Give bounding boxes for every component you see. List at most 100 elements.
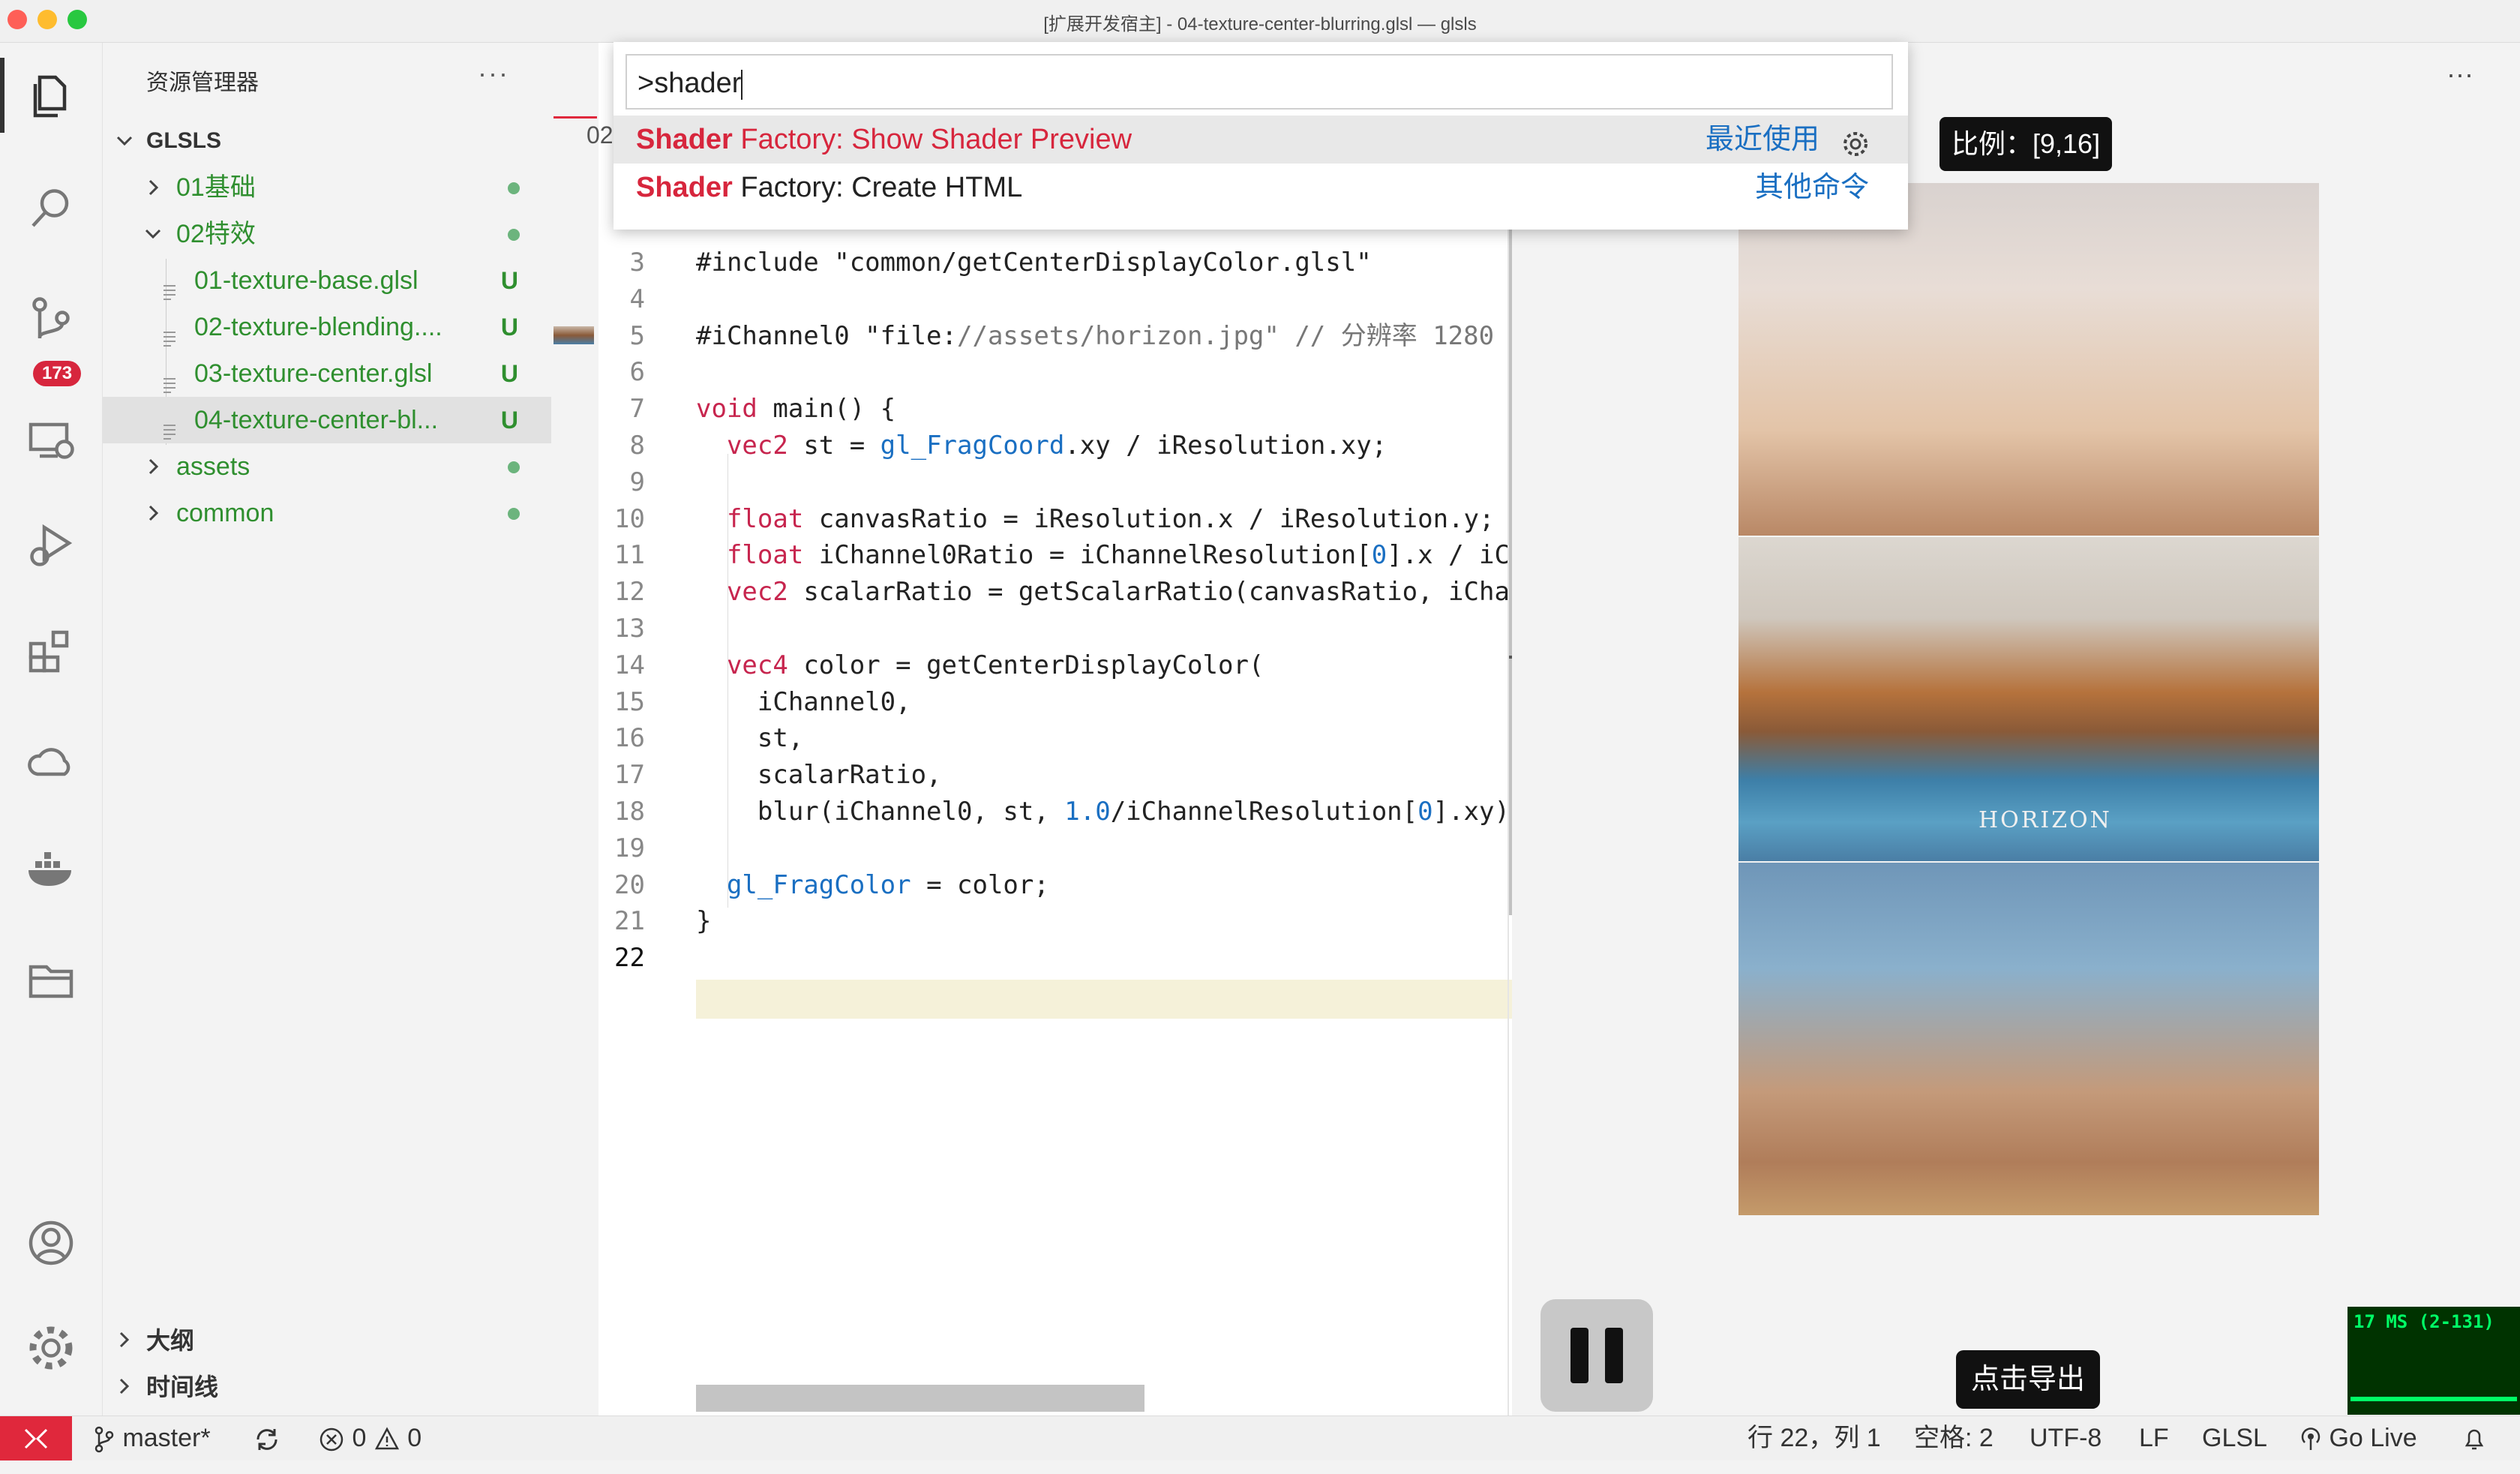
account-icon[interactable] xyxy=(21,1213,81,1273)
folder-icon[interactable] xyxy=(21,950,81,1010)
git-status-dot xyxy=(508,182,520,194)
language-mode[interactable]: GLSL xyxy=(2202,1416,2267,1460)
git-branch-icon xyxy=(94,1426,114,1453)
encoding[interactable]: UTF-8 xyxy=(2030,1416,2102,1460)
code-line[interactable]: 12 vec2 scalarRatio = getScalarRatio(can… xyxy=(600,572,1538,611)
export-button[interactable]: 点击导出 xyxy=(1956,1350,2100,1409)
editor-gutter xyxy=(552,43,598,1415)
code-line[interactable]: 15 iChannel0, xyxy=(600,683,1538,722)
code-line[interactable]: 20 gl_FragColor = color; xyxy=(600,866,1538,905)
tree-item-label: 03-texture-center.glsl xyxy=(194,359,433,388)
tree-item-file[interactable]: 01-texture-base.glsl U xyxy=(103,257,551,304)
docker-icon[interactable] xyxy=(21,838,81,898)
extensions-icon[interactable] xyxy=(21,620,81,680)
end-of-line[interactable]: LF xyxy=(2139,1416,2169,1460)
branch-indicator[interactable]: master* xyxy=(93,1416,211,1460)
outline-label: 大纲 xyxy=(146,1327,195,1354)
tree-item-file-selected[interactable]: 04-texture-center-bl... U xyxy=(103,397,551,443)
outline-section-header[interactable]: 大纲 xyxy=(103,1318,551,1363)
remote-indicator[interactable] xyxy=(0,1416,72,1460)
file-icon xyxy=(161,410,178,440)
line-number: 14 xyxy=(614,650,645,680)
explorer-sidebar: 资源管理器 ··· GLSLS 01基础 02特效 01-texture-bas… xyxy=(103,43,551,1415)
workspace-root[interactable]: GLSLS xyxy=(103,118,551,164)
line-number: 12 xyxy=(614,577,645,608)
code-line[interactable]: 17 scalarRatio, xyxy=(600,755,1538,794)
git-status-dot xyxy=(508,461,520,473)
code-line[interactable]: 9 xyxy=(600,463,1538,502)
code-text: float canvasRatio = iResolution.x / iRes… xyxy=(726,503,1495,534)
command-item-show-shader-preview[interactable]: Shader Factory: Show Shader Preview 最近使用 xyxy=(614,116,1908,164)
code-text: gl_FragColor = color; xyxy=(726,869,1049,900)
editor-tab-stub[interactable]: 02 xyxy=(586,122,614,149)
command-palette-input[interactable]: >shader xyxy=(626,54,1893,110)
source-control-icon[interactable] xyxy=(21,290,81,350)
code-line[interactable]: 3 #include "common/getCenterDisplayColor.… xyxy=(600,243,1538,282)
aspect-ratio-label: 比例：[9,16] xyxy=(1940,117,2113,171)
line-number: 6 xyxy=(629,357,645,388)
problems-indicator[interactable]: 0 0 xyxy=(318,1416,422,1460)
code-line[interactable]: 6 xyxy=(600,353,1538,392)
search-icon[interactable] xyxy=(21,178,81,238)
cursor-position[interactable]: 行 22，列 1 xyxy=(1748,1416,1881,1460)
line-number: 3 xyxy=(629,248,645,278)
go-live-label: Go Live xyxy=(2329,1424,2417,1452)
chevron-down-icon xyxy=(142,211,164,257)
settings-gear-icon[interactable] xyxy=(21,1318,81,1378)
command-label: Factory: Create HTML xyxy=(732,172,1023,203)
notifications-button[interactable] xyxy=(2462,1416,2487,1460)
code-line[interactable]: 13 xyxy=(600,609,1538,648)
line-number: 22 xyxy=(614,943,645,974)
cloud-icon[interactable] xyxy=(21,733,81,793)
tree-item-label: 01-texture-base.glsl xyxy=(194,266,418,295)
pause-button[interactable] xyxy=(1540,1299,1653,1412)
horizontal-scrollbar[interactable] xyxy=(696,1385,1144,1412)
error-count: 0 xyxy=(352,1424,367,1452)
code-line[interactable]: 21} xyxy=(600,902,1538,941)
current-line-highlight xyxy=(696,980,1538,1019)
pane-divider[interactable] xyxy=(1508,43,1509,1415)
bell-icon xyxy=(2464,1429,2484,1450)
git-status-dot xyxy=(508,508,520,520)
chevron-right-icon xyxy=(142,443,164,490)
code-text: #include "common/getCenterDisplayColor.g… xyxy=(696,248,1372,278)
remote-explorer-icon[interactable] xyxy=(21,410,81,470)
explorer-icon[interactable] xyxy=(21,65,81,125)
code-line[interactable]: 14 vec4 color = getCenterDisplayColor( xyxy=(600,646,1538,685)
status-bar: master* 0 0 行 22，列 1 空格: 2 UTF-8 LF GLSL… xyxy=(0,1415,2520,1460)
warning-icon xyxy=(374,1427,399,1450)
code-text: vec4 color = getCenterDisplayColor( xyxy=(726,650,1264,680)
git-status-untracked: U xyxy=(500,314,518,341)
preview-more-actions-button[interactable]: ··· xyxy=(2446,59,2474,90)
tree-item-label: common xyxy=(176,499,274,527)
sync-button[interactable] xyxy=(252,1416,282,1460)
tree-item-label: 02特效 xyxy=(176,220,256,248)
line-number: 17 xyxy=(614,760,645,791)
tree-item-folder[interactable]: common xyxy=(103,490,551,536)
tree-item-folder[interactable]: assets xyxy=(103,443,551,490)
code-line[interactable]: 19 xyxy=(600,829,1538,868)
code-line[interactable]: 4 xyxy=(600,280,1538,319)
tree-item-folder[interactable]: 01基础 xyxy=(103,164,551,211)
indentation[interactable]: 空格: 2 xyxy=(1914,1416,1994,1460)
git-status-untracked: U xyxy=(500,267,518,294)
line-number: 9 xyxy=(629,467,645,497)
code-line[interactable]: 16 st, xyxy=(600,719,1538,758)
code-line[interactable]: 11 float iChannel0Ratio = iChannelResolu… xyxy=(600,536,1538,575)
code-line[interactable]: 10 float canvasRatio = iResolution.x / i… xyxy=(600,500,1538,539)
code-line[interactable]: 5 #iChannel0 "file://assets/horizon.jpg" … xyxy=(600,317,1538,356)
code-line[interactable]: 22 xyxy=(600,938,1538,977)
tree-item-file[interactable]: 02-texture-blending.... U xyxy=(103,304,551,350)
go-live-button[interactable]: Go Live xyxy=(2300,1416,2417,1460)
tree-item-file[interactable]: 03-texture-center.glsl U xyxy=(103,350,551,397)
code-line[interactable]: 8 vec2 st = gl_FragCoord.xy / iResolutio… xyxy=(600,426,1538,465)
command-item-create-html[interactable]: Shader Factory: Create HTML 其他命令 xyxy=(614,164,1908,212)
tree-item-folder[interactable]: 02特效 xyxy=(103,211,551,257)
line-number: 5 xyxy=(629,320,645,351)
run-debug-icon[interactable] xyxy=(21,515,81,575)
timeline-section-header[interactable]: 时间线 xyxy=(103,1364,551,1409)
more-actions-button[interactable]: ··· xyxy=(478,58,509,89)
code-line[interactable]: 7 void main() { xyxy=(600,389,1538,428)
file-icon xyxy=(161,271,178,300)
code-line[interactable]: 18 blur(iChannel0, st, 1.0/iChannelResol… xyxy=(600,792,1538,831)
